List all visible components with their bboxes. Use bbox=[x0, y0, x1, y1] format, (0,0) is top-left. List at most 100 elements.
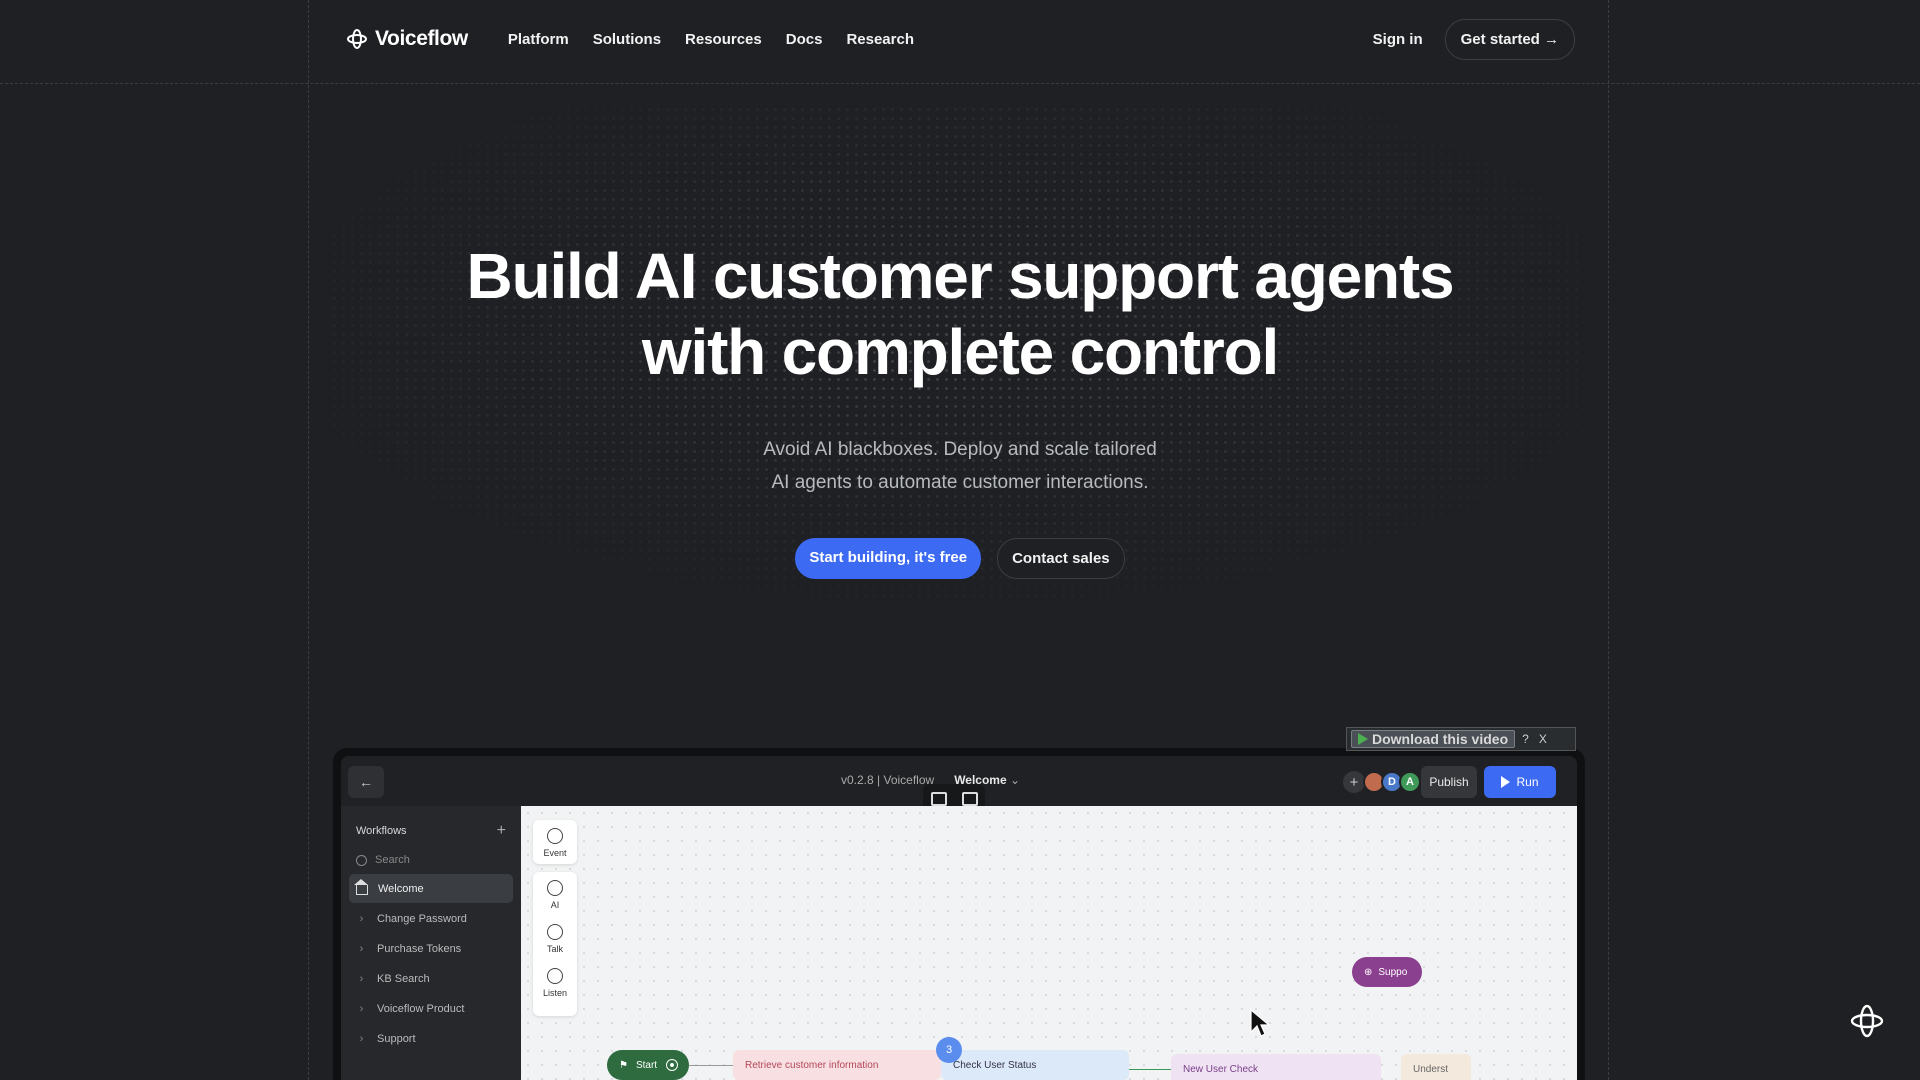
talk-icon bbox=[547, 924, 563, 940]
publish-button[interactable]: Publish bbox=[1421, 766, 1477, 798]
add-collaborator-button[interactable]: + bbox=[1343, 771, 1365, 793]
tool-talk[interactable]: Talk bbox=[533, 924, 577, 954]
sidebar-item-label: Voiceflow Product bbox=[377, 1003, 465, 1015]
back-button[interactable]: ← bbox=[348, 766, 384, 798]
new-user-check-node[interactable]: New User Check bbox=[1171, 1054, 1381, 1080]
flag-icon: ⚑ bbox=[619, 1059, 628, 1071]
chevron-right-icon: › bbox=[359, 973, 364, 985]
support-icon: ⊕ bbox=[1364, 966, 1373, 978]
search-placeholder: Search bbox=[375, 854, 410, 866]
page: Voiceflow Platform Solutions Resources D… bbox=[0, 0, 1920, 1080]
menu-item-resources[interactable]: Resources bbox=[685, 31, 762, 48]
retrieve-info-node[interactable]: Retrieve customer information bbox=[733, 1050, 941, 1080]
menu-item-solutions[interactable]: Solutions bbox=[593, 31, 661, 48]
node-label: Start bbox=[635, 1059, 658, 1071]
download-label: Download this video bbox=[1372, 731, 1509, 747]
version-label: v0.2.8 | Voiceflow bbox=[841, 773, 935, 787]
hero-title-line-2: with complete control bbox=[641, 316, 1279, 388]
node-port[interactable] bbox=[666, 1059, 678, 1071]
mouse-cursor-icon bbox=[1250, 1008, 1271, 1037]
connector-line bbox=[689, 1065, 733, 1066]
understand-node[interactable]: Underst bbox=[1401, 1054, 1471, 1080]
download-video-button[interactable]: Download this video bbox=[1351, 730, 1516, 748]
hero-subtitle-line-1: Avoid AI blackboxes. Deploy and scale ta… bbox=[763, 439, 1157, 460]
tool-event[interactable]: Event bbox=[533, 820, 577, 864]
chevron-right-icon: › bbox=[359, 913, 364, 925]
hero-subtitle-line-2: AI agents to automate customer interacti… bbox=[771, 472, 1149, 493]
sidebar-item-label: Purchase Tokens bbox=[377, 943, 462, 955]
node-label: Retrieve customer information bbox=[745, 1059, 879, 1071]
search-icon bbox=[356, 854, 367, 866]
menu-item-research[interactable]: Research bbox=[846, 31, 914, 48]
workflow-search[interactable]: Search bbox=[349, 846, 513, 874]
app-window: ← v0.2.8 | Voiceflow Welcome ⌄ + D A Pub… bbox=[341, 756, 1577, 1080]
connector-line bbox=[1129, 1069, 1171, 1070]
workflows-header: Workflows + bbox=[349, 816, 513, 846]
node-label: Check User Status bbox=[953, 1059, 1037, 1071]
start-node[interactable]: ⚑ Start bbox=[607, 1050, 689, 1080]
main-menu: Platform Solutions Resources Docs Resear… bbox=[508, 31, 914, 48]
brand-logo[interactable]: Voiceflow bbox=[345, 27, 468, 51]
menu-item-docs[interactable]: Docs bbox=[786, 31, 823, 48]
support-node[interactable]: ⊕ Suppo bbox=[1352, 957, 1422, 987]
avatar[interactable]: A bbox=[1399, 771, 1421, 793]
event-icon bbox=[547, 828, 563, 844]
chat-launcher-icon[interactable] bbox=[1848, 1002, 1886, 1040]
chevron-down-icon[interactable]: ⌄ bbox=[1010, 773, 1020, 787]
sidebar-item-change-password[interactable]: › Change Password bbox=[349, 905, 513, 933]
workflow-sidebar: Workflows + Search Welcome › Change Pass… bbox=[341, 806, 521, 1080]
voiceflow-logo-icon bbox=[347, 29, 367, 49]
collaborator-avatars: + D A bbox=[1343, 771, 1421, 793]
brand-name: Voiceflow bbox=[375, 27, 468, 50]
step-count-badge: 3 bbox=[936, 1037, 962, 1063]
chevron-right-icon: › bbox=[359, 1033, 364, 1045]
sidebar-item-label: Change Password bbox=[377, 913, 467, 925]
close-button[interactable]: X bbox=[1536, 732, 1550, 746]
sidebar-item-label: Support bbox=[377, 1033, 416, 1045]
sidebar-item-label: KB Search bbox=[377, 973, 430, 985]
sign-in-link[interactable]: Sign in bbox=[1373, 31, 1423, 48]
get-started-button[interactable]: Get started → bbox=[1444, 18, 1575, 60]
frame-line-top bbox=[0, 83, 1920, 84]
play-icon bbox=[1358, 733, 1368, 745]
help-button[interactable]: ? bbox=[1519, 732, 1532, 746]
sidebar-item-purchase-tokens[interactable]: › Purchase Tokens bbox=[349, 935, 513, 963]
node-label: Suppo bbox=[1378, 966, 1408, 978]
download-video-bar: Download this video ? X bbox=[1346, 727, 1576, 751]
add-workflow-icon[interactable]: + bbox=[497, 822, 506, 840]
step-toolbar: Event AI Talk Listen bbox=[533, 820, 577, 1016]
sidebar-item-welcome[interactable]: Welcome bbox=[349, 874, 513, 903]
tool-label: Talk bbox=[546, 944, 563, 954]
tool-label: AI bbox=[550, 900, 560, 910]
tool-label: Listen bbox=[542, 988, 568, 998]
tool-label: Event bbox=[543, 848, 567, 858]
play-icon bbox=[1501, 776, 1511, 788]
sidebar-item-label: Welcome bbox=[378, 882, 424, 895]
chevron-right-icon: › bbox=[359, 943, 364, 955]
tool-ai[interactable]: AI bbox=[533, 880, 577, 910]
tool-listen[interactable]: Listen bbox=[533, 968, 577, 998]
menu-item-platform[interactable]: Platform bbox=[508, 31, 569, 48]
contact-sales-button[interactable]: Contact sales bbox=[997, 538, 1125, 579]
workflow-canvas[interactable]: Event AI Talk Listen ⊕ Suppo ⚑ Start Ret… bbox=[521, 806, 1577, 1080]
run-button[interactable]: Run bbox=[1484, 766, 1556, 798]
hero-title: Build AI customer support agents with co… bbox=[0, 238, 1920, 390]
play-video-icon[interactable] bbox=[961, 792, 978, 806]
top-navbar: Voiceflow Platform Solutions Resources D… bbox=[345, 18, 1575, 60]
home-icon bbox=[354, 879, 368, 895]
nav-actions: Sign in Get started → bbox=[1373, 18, 1575, 60]
check-user-status-node[interactable]: Check User Status bbox=[941, 1050, 1129, 1080]
exit-fullscreen-icon[interactable] bbox=[930, 792, 947, 806]
sidebar-item-voiceflow-product[interactable]: › Voiceflow Product bbox=[349, 995, 513, 1023]
ai-icon bbox=[547, 880, 563, 896]
sidebar-item-support[interactable]: › Support bbox=[349, 1025, 513, 1053]
workflows-heading: Workflows bbox=[356, 825, 407, 837]
hero-cta-group: Start building, it's free Contact sales bbox=[0, 538, 1920, 579]
hero-subtitle: Avoid AI blackboxes. Deploy and scale ta… bbox=[0, 433, 1920, 499]
start-building-button[interactable]: Start building, it's free bbox=[795, 538, 982, 579]
arrow-left-icon: ← bbox=[359, 774, 373, 790]
product-screenshot-frame: ← v0.2.8 | Voiceflow Welcome ⌄ + D A Pub… bbox=[333, 748, 1585, 1080]
sidebar-item-kb-search[interactable]: › KB Search bbox=[349, 965, 513, 993]
hero-title-line-1: Build AI customer support agents bbox=[466, 240, 1455, 312]
tool-group: AI Talk Listen bbox=[533, 872, 577, 1016]
